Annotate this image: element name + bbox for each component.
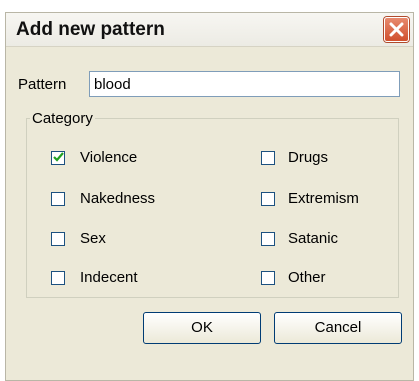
checkbox-label-drugs: Drugs (288, 149, 329, 166)
dialog-title: Add new pattern (16, 19, 165, 40)
checkbox-label-other: Other (288, 269, 326, 286)
checkbox-label-nakedness: Nakedness (80, 190, 156, 207)
pattern-label: Pattern (18, 76, 67, 93)
cancel-button[interactable]: Cancel (274, 312, 402, 344)
close-icon (389, 22, 404, 37)
checkbox-nakedness[interactable] (51, 192, 65, 206)
ok-button[interactable]: OK (143, 312, 261, 344)
checkbox-label-extremism: Extremism (288, 190, 359, 207)
checkbox-drugs[interactable] (261, 151, 275, 165)
checkbox-other[interactable] (261, 271, 275, 285)
checkbox-sex[interactable] (51, 232, 65, 246)
checkbox-label-violence: Violence (80, 149, 138, 166)
title-bar[interactable]: Add new pattern (6, 13, 413, 47)
pattern-input[interactable] (89, 71, 400, 97)
checkbox-label-satanic: Satanic (288, 230, 339, 247)
checkbox-satanic[interactable] (261, 232, 275, 246)
checkbox-label-indecent: Indecent (80, 269, 138, 286)
checkmark-icon (53, 152, 64, 162)
category-legend: Category (30, 110, 95, 127)
checkbox-extremism[interactable] (261, 192, 275, 206)
close-button[interactable] (384, 17, 409, 42)
checkbox-label-sex: Sex (80, 230, 106, 247)
checkbox-violence[interactable] (51, 151, 65, 165)
checkbox-indecent[interactable] (51, 271, 65, 285)
